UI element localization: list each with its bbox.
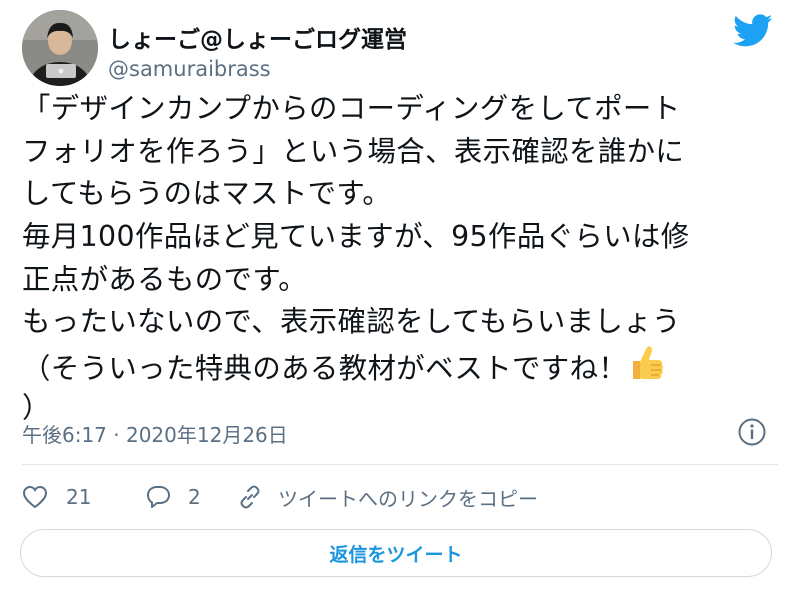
tweet-line: フォリオを作ろう」という場合、表示確認を誰かに xyxy=(22,134,685,168)
tweet-text: 「デザインカンプからのコーディングをしてポート フォリオを作ろう」という場合、表… xyxy=(22,88,690,430)
avatar-image xyxy=(22,10,98,86)
heart-icon xyxy=(22,485,48,509)
tweet-line: 毎月100作品ほど見ていますが、95作品ぐらいは修 xyxy=(22,220,690,254)
reply-tweet-button[interactable]: 返信をツイート xyxy=(20,529,772,577)
tweet-line: 「デザインカンプからのコーディングをしてポート xyxy=(22,92,681,125)
divider xyxy=(22,464,778,465)
tweet-timestamp[interactable]: 午後6:17 · 2020年12月26日 xyxy=(22,419,288,448)
copy-link-button[interactable]: ツイートへのリンクをコピー xyxy=(236,483,538,512)
reply-count-button[interactable]: 2 xyxy=(144,484,236,510)
like-count: 21 xyxy=(66,485,92,509)
avatar[interactable] xyxy=(22,10,98,86)
thumbs-up-emoji xyxy=(633,346,664,380)
tweet-line: してもらうのはマストです。 xyxy=(22,177,392,211)
copy-link-label: ツイートへのリンクをコピー xyxy=(278,486,538,511)
link-icon xyxy=(240,485,260,509)
reply-count: 2 xyxy=(188,485,201,509)
reply-bubble-icon xyxy=(147,486,170,508)
tweet-line: （そういった特典のある教材がベストですね！ xyxy=(22,344,690,387)
info-icon[interactable] xyxy=(737,417,767,447)
user-handle[interactable]: @samuraibrass xyxy=(108,57,271,81)
tweet-actions: 21 2 ツイートへのリンクをコピー xyxy=(22,480,538,514)
tweet-line-text: （そういった特典のある教材がベストですね！ xyxy=(22,352,628,386)
tweet-line: 正点があるものです。 xyxy=(22,262,308,296)
tweet-line: もったいないので、表示確認をしてもらいましょう xyxy=(22,305,681,339)
display-name[interactable]: しょーご@しょーごログ運営 xyxy=(108,20,407,54)
like-button[interactable]: 21 xyxy=(22,485,144,509)
twitter-bird-icon[interactable] xyxy=(733,14,773,48)
